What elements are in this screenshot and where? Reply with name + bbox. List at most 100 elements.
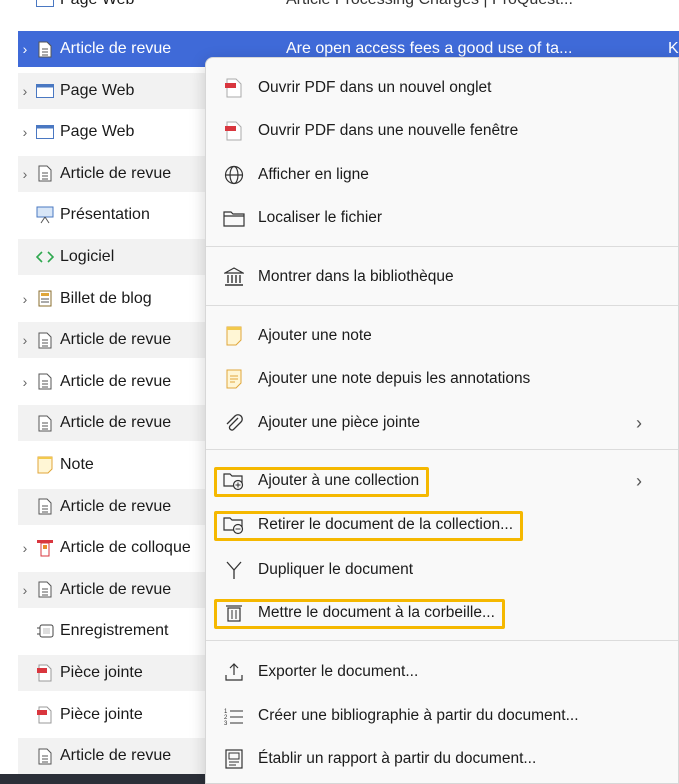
expand-twisty-icon[interactable]: › bbox=[18, 166, 32, 182]
software-icon bbox=[36, 248, 54, 266]
menu-separator bbox=[206, 246, 678, 247]
menu-item-label: Afficher en ligne bbox=[258, 166, 369, 183]
item-type: Article de revue bbox=[60, 372, 172, 390]
menu-item-show-in-library[interactable]: Montrer dans la bibliothèque bbox=[212, 257, 672, 297]
list-row-partial[interactable]: Page Web Article Processing Charges | Pr… bbox=[18, 0, 679, 18]
menu-item-label: Ouvrir PDF dans une nouvelle fenêtre bbox=[258, 122, 519, 139]
trash-icon bbox=[222, 601, 246, 625]
item-type: Page Web bbox=[60, 81, 135, 99]
menu-item-duplicate-item[interactable]: Dupliquer le document bbox=[212, 550, 672, 590]
item-title: Article Processing Charges | ProQuest... bbox=[286, 0, 573, 9]
menu-item-open-pdf-new-window[interactable]: Ouvrir PDF dans une nouvelle fenêtre bbox=[212, 111, 672, 151]
blog-post-icon bbox=[36, 290, 54, 308]
svg-text:3: 3 bbox=[224, 721, 228, 726]
menu-item-add-note[interactable]: Ajouter une note bbox=[212, 316, 672, 356]
paperclip-icon bbox=[222, 411, 246, 435]
menu-item-create-bibliography[interactable]: 1 2 3 Créer une bibliographie à partir du d… bbox=[212, 696, 672, 736]
pdf-icon bbox=[222, 76, 246, 100]
menu-item-label: Mettre le document à la corbeille... bbox=[258, 604, 495, 621]
expand-twisty-icon[interactable]: › bbox=[18, 83, 32, 99]
menu-item-add-attachment[interactable]: Ajouter une pièce jointe › bbox=[212, 403, 672, 443]
menu-item-label: Ouvrir PDF dans un nouvel onglet bbox=[258, 79, 492, 96]
expand-twisty-icon[interactable]: › bbox=[18, 41, 32, 57]
note-icon bbox=[36, 456, 54, 474]
recording-icon bbox=[36, 622, 54, 640]
chevron-right-icon: › bbox=[636, 470, 642, 491]
menu-item-label: Localiser le fichier bbox=[258, 209, 383, 226]
journal-article-icon bbox=[36, 373, 54, 391]
menu-item-add-to-collection[interactable]: Ajouter à une collection › bbox=[212, 461, 672, 501]
menu-item-open-pdf-new-tab[interactable]: Ouvrir PDF dans un nouvel onglet bbox=[212, 68, 672, 108]
item-type: Article de revue bbox=[60, 40, 172, 57]
item-type: Page Web bbox=[60, 0, 134, 9]
library-icon bbox=[222, 265, 246, 289]
menu-item-label: Ajouter une pièce jointe bbox=[258, 414, 421, 431]
menu-item-label: Exporter le document... bbox=[258, 663, 419, 680]
menu-item-label: Retirer le document de la collection... bbox=[258, 516, 514, 533]
note-icon bbox=[222, 324, 246, 348]
item-type: Pièce jointe bbox=[60, 705, 143, 723]
menu-item-label: Dupliquer le document bbox=[258, 561, 414, 578]
conference-paper-icon bbox=[36, 539, 54, 557]
menu-item-locate-file[interactable]: Localiser le fichier bbox=[212, 198, 672, 238]
context-menu: Ouvrir PDF dans un nouvel onglet Ouvrir P… bbox=[205, 57, 679, 784]
menu-item-label: Créer une bibliographie à partir du docu… bbox=[258, 707, 579, 724]
pdf-icon bbox=[222, 119, 246, 143]
menu-item-remove-from-collection[interactable]: Retirer le document de la collection... bbox=[212, 505, 672, 545]
menu-separator bbox=[206, 640, 678, 641]
journal-article-icon bbox=[36, 165, 54, 183]
export-icon bbox=[222, 660, 246, 684]
item-type: Billet de blog bbox=[60, 289, 152, 307]
bibliography-icon: 123 bbox=[222, 704, 246, 728]
item-title: Are open access fees a good use of ta... bbox=[286, 40, 573, 57]
journal-article-icon bbox=[36, 414, 54, 432]
menu-item-label: Établir un rapport à partir du document.… bbox=[258, 750, 537, 767]
chevron-right-icon: › bbox=[636, 412, 642, 433]
expand-twisty-icon[interactable]: › bbox=[18, 291, 32, 307]
journal-article-icon bbox=[36, 747, 54, 765]
presentation-icon bbox=[36, 206, 54, 224]
journal-article-icon bbox=[36, 40, 54, 58]
annotation-note-icon bbox=[222, 367, 246, 391]
journal-article-icon bbox=[36, 498, 54, 516]
menu-separator bbox=[206, 449, 678, 450]
expand-twisty-icon[interactable]: › bbox=[18, 540, 32, 556]
globe-icon bbox=[222, 163, 246, 187]
item-type: Pièce jointe bbox=[60, 664, 143, 681]
item-type: Article de revue bbox=[60, 414, 172, 432]
expand-twisty-icon[interactable]: › bbox=[18, 332, 32, 348]
menu-item-add-note-from-annotations[interactable]: Ajouter une note depuis les annotations bbox=[212, 359, 672, 399]
expand-twisty-icon[interactable]: › bbox=[18, 124, 32, 140]
expand-twisty-icon[interactable]: › bbox=[18, 582, 32, 598]
item-extra: K bbox=[668, 40, 679, 57]
menu-item-label: Ajouter une note depuis les annotations bbox=[258, 370, 531, 387]
pdf-attachment-icon bbox=[36, 664, 54, 682]
menu-item-label: Ajouter à une collection bbox=[258, 472, 420, 489]
menu-item-move-to-trash[interactable]: Mettre le document à la corbeille... bbox=[212, 593, 672, 633]
collection-remove-icon bbox=[222, 513, 246, 537]
webpage-icon bbox=[36, 82, 54, 100]
webpage-icon bbox=[36, 123, 54, 141]
menu-item-view-online[interactable]: Afficher en ligne bbox=[212, 155, 672, 195]
duplicate-icon bbox=[222, 558, 246, 582]
menu-item-generate-report[interactable]: Établir un rapport à partir du document.… bbox=[212, 739, 672, 779]
item-type: Article de colloque bbox=[60, 539, 191, 557]
item-type: Présentation bbox=[60, 206, 150, 224]
webpage-icon bbox=[36, 0, 54, 9]
menu-item-export-item[interactable]: Exporter le document... bbox=[212, 652, 672, 692]
menu-item-label: Ajouter une note bbox=[258, 327, 372, 344]
item-type: Article de revue bbox=[60, 747, 172, 765]
folder-icon bbox=[222, 206, 246, 230]
item-type: Logiciel bbox=[60, 248, 115, 265]
item-type: Article de revue bbox=[60, 580, 172, 598]
item-type: Page Web bbox=[60, 123, 135, 141]
item-type: Note bbox=[60, 456, 94, 473]
item-type: Article de revue bbox=[60, 331, 172, 349]
expand-twisty-icon[interactable]: › bbox=[18, 374, 32, 390]
menu-item-label: Montrer dans la bibliothèque bbox=[258, 268, 454, 285]
pdf-attachment-icon bbox=[36, 706, 54, 724]
journal-article-icon bbox=[36, 581, 54, 599]
item-type: Enregistrement bbox=[60, 622, 169, 640]
item-type: Article de revue bbox=[60, 497, 172, 515]
journal-article-icon bbox=[36, 331, 54, 349]
